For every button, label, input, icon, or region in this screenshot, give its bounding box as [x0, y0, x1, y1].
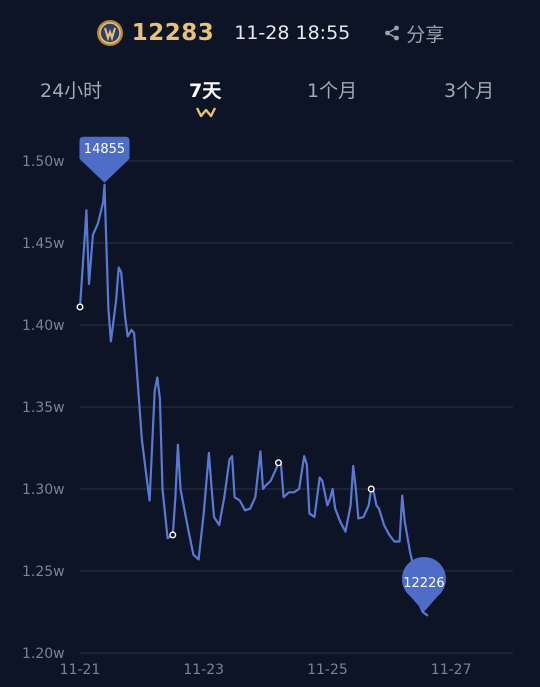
share-icon [385, 25, 400, 41]
data-point-marker [367, 485, 375, 493]
y-tick-label: 1.30w [22, 482, 65, 498]
x-axis-labels: 11-21 11-23 11-25 11-27 [60, 662, 472, 678]
tab-7d[interactable]: 7天 [189, 76, 221, 103]
price-header: 12283 11-28 18:55 分享 [0, 14, 540, 52]
max-price-bubble: 14855 [79, 136, 130, 183]
share-label: 分享 [406, 23, 445, 46]
data-point-marker [169, 531, 177, 539]
x-tick-label: 11-27 [431, 662, 472, 678]
y-tick-label: 1.25w [22, 564, 65, 580]
active-tab-indicator [195, 107, 217, 118]
price-chart: 1.50w 1.45w 1.40w 1.35w 1.30w 1.25w 1.20w 11-2… [22, 136, 513, 678]
share-button[interactable]: 分享 [384, 20, 444, 47]
tab-3m[interactable]: 3个月 [444, 76, 494, 103]
y-tick-label: 1.20w [22, 646, 65, 662]
tab-1m[interactable]: 1个月 [307, 76, 357, 103]
price-line [78, 183, 429, 617]
time-range-tabs: 24小时 7天 1个月 3个月 [0, 76, 540, 118]
data-point-marker [274, 459, 282, 467]
x-tick-label: 11-21 [60, 662, 101, 678]
y-tick-label: 1.40w [22, 318, 65, 334]
tab-24h[interactable]: 24小时 [40, 76, 102, 103]
coin-icon [96, 20, 123, 46]
y-tick-label: 1.35w [22, 400, 65, 416]
price-timestamp: 11-28 18:55 [234, 22, 351, 44]
chart-grid [80, 160, 513, 654]
min-price-bubble: 12226 [401, 556, 446, 612]
y-axis-labels: 1.50w 1.45w 1.40w 1.35w 1.30w 1.25w 1.20w [22, 154, 65, 662]
x-tick-label: 11-25 [307, 662, 348, 678]
min-price-label: 12226 [403, 576, 444, 591]
data-point-marker [76, 303, 84, 311]
coin-price: 12283 [131, 20, 215, 46]
y-tick-label: 1.45w [22, 236, 65, 252]
y-tick-label: 1.50w [22, 154, 65, 170]
x-tick-label: 11-23 [183, 662, 224, 678]
max-price-label: 14855 [84, 142, 125, 157]
